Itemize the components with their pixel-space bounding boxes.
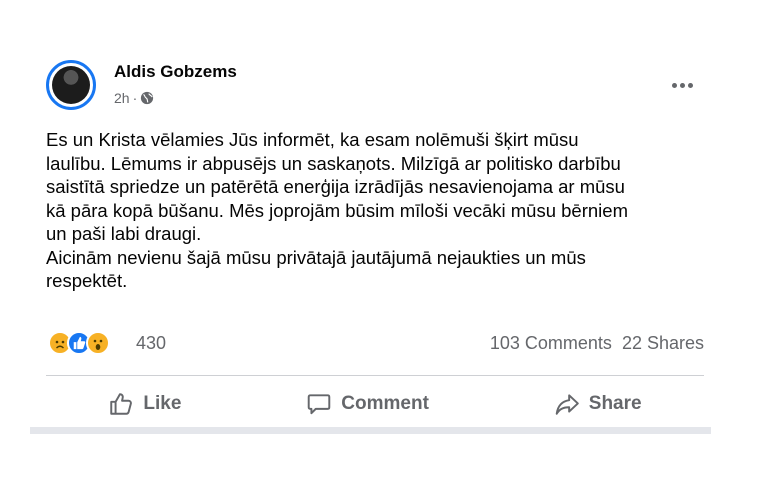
shares-count[interactable]: 22 Shares — [622, 333, 704, 354]
like-label: Like — [143, 393, 182, 414]
wow-reaction-icon — [86, 331, 110, 355]
thumbs-up-icon — [110, 393, 133, 415]
comment-label: Comment — [341, 393, 429, 414]
like-button[interactable]: Like — [108, 391, 181, 417]
post-text: Es un Krista vēlamies Jūs informēt, ka e… — [46, 129, 628, 291]
post-time[interactable]: 2h — [114, 90, 130, 106]
author-name[interactable]: Aldis Gobzems — [114, 62, 237, 82]
more-options-icon[interactable] — [668, 78, 696, 92]
post-meta: 2h · — [114, 90, 154, 106]
comment-icon — [308, 394, 331, 415]
post-header: Aldis Gobzems 2h · — [46, 60, 696, 120]
comments-count[interactable]: 103 Comments — [490, 333, 612, 354]
comment-button[interactable]: Comment — [306, 391, 429, 417]
reaction-icons[interactable] — [48, 331, 110, 355]
action-bar: Like Comment Share — [46, 384, 704, 424]
meta-separator: · — [132, 90, 138, 106]
avatar[interactable] — [46, 60, 96, 110]
share-arrow-icon — [555, 394, 579, 415]
globe-icon — [141, 91, 154, 105]
avatar-photo — [52, 66, 90, 104]
divider — [46, 375, 704, 376]
reactions-row: 430 103 Comments 22 Shares — [46, 331, 704, 357]
share-button[interactable]: Share — [554, 391, 642, 417]
share-label: Share — [588, 393, 642, 414]
reaction-count[interactable]: 430 — [136, 333, 166, 354]
feed-separator — [30, 427, 711, 434]
engagement-counts: 103 Comments 22 Shares — [490, 333, 704, 354]
